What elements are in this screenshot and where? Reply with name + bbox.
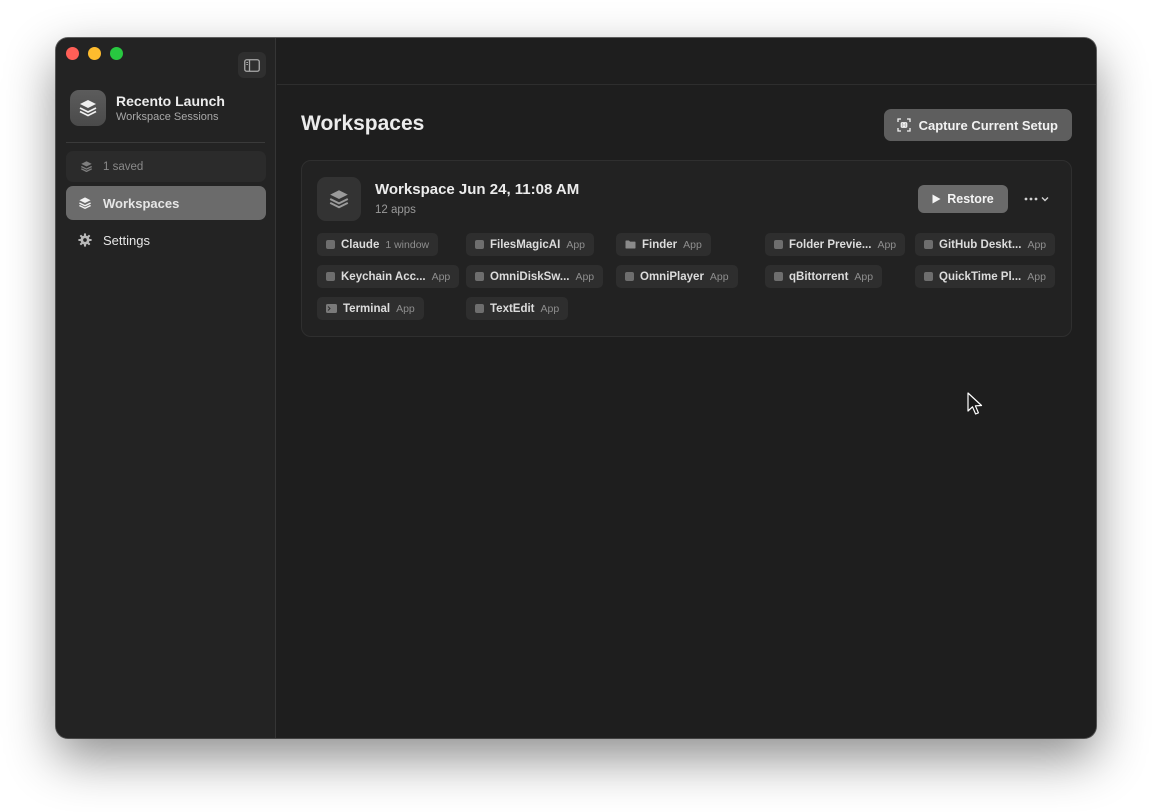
app-chip-name: Claude [341, 238, 380, 251]
stack-icon [79, 100, 97, 117]
app-chip[interactable]: TextEdit App [466, 297, 569, 320]
app-chip-kind: App [877, 238, 897, 251]
app-icon [625, 272, 634, 281]
app-chip-name: FilesMagicAI [490, 238, 561, 251]
capture-current-setup-button[interactable]: Capture Current Setup [883, 109, 1072, 141]
app-chip[interactable]: Finder App [616, 233, 711, 256]
more-options-button[interactable] [1024, 191, 1054, 207]
app-chip[interactable]: QuickTime Pl... App [915, 265, 1055, 288]
close-window-button[interactable] [66, 47, 79, 60]
app-chip-kind: App [396, 302, 415, 315]
sidebar-icon [244, 58, 260, 72]
app-chip-name: Keychain Acc... [341, 270, 426, 283]
app-chip-kind: App [1027, 270, 1046, 283]
app-chip[interactable]: Keychain Acc... App [317, 265, 460, 288]
sidebar-item-workspaces[interactable]: Workspaces [66, 186, 266, 220]
mouse-cursor [967, 392, 983, 415]
stack-icon [329, 190, 349, 209]
app-icon [924, 240, 933, 249]
app-window: Recento Launch Workspace Sessions 1 save… [56, 38, 1096, 738]
app-chip[interactable]: Folder Previe... App [765, 233, 906, 256]
terminal-icon [326, 300, 337, 318]
chevron-down-icon [1041, 197, 1049, 202]
maximize-window-button[interactable] [110, 47, 123, 60]
app-chip[interactable]: Terminal App [317, 297, 424, 320]
app-chip-kind: App [854, 270, 874, 283]
app-chip-name: Terminal [343, 302, 391, 315]
sidebar-item-label: Workspaces [103, 195, 180, 211]
app-icon [475, 240, 484, 249]
restore-button[interactable]: Restore [918, 185, 1008, 213]
app-chip-kind: App [1027, 238, 1047, 251]
app-chip-kind: 1 window [385, 238, 430, 251]
app-header: Recento Launch Workspace Sessions [70, 90, 225, 126]
app-chip-kind: App [575, 270, 595, 283]
app-chip-kind: App [540, 302, 560, 315]
app-icon [774, 272, 783, 281]
app-chip[interactable]: qBittorrent App [765, 265, 883, 288]
app-icon [774, 240, 783, 249]
app-chip-name: Finder [642, 238, 678, 251]
workspace-name: Workspace Jun 24, 11:08 AM [375, 181, 580, 198]
app-chip[interactable]: OmniDiskSw... App [466, 265, 604, 288]
restore-button-label: Restore [947, 192, 994, 206]
app-chip-name: OmniPlayer [640, 270, 704, 283]
play-icon [932, 194, 941, 204]
app-chip-name: qBittorrent [789, 270, 849, 283]
app-chip[interactable]: OmniPlayer App [616, 265, 738, 288]
window-controls [66, 47, 123, 60]
sidebar-item-label: Settings [103, 232, 150, 248]
app-chip-kind: App [683, 238, 702, 251]
app-icon [924, 272, 933, 281]
app-chip-name: OmniDiskSw... [490, 270, 570, 283]
app-chip-name: TextEdit [490, 302, 535, 315]
sidebar-toggle-button[interactable] [238, 52, 266, 78]
app-chip-kind: App [431, 270, 451, 283]
capture-button-label: Capture Current Setup [918, 117, 1058, 133]
ellipsis-icon [1024, 197, 1038, 201]
app-icon [326, 272, 335, 281]
app-icon [475, 272, 484, 281]
app-icon [475, 304, 484, 313]
app-chip-name: GitHub Deskt... [939, 238, 1022, 251]
sidebar: Recento Launch Workspace Sessions 1 save… [56, 38, 276, 738]
sidebar-item-settings[interactable]: Settings [66, 223, 266, 257]
capture-icon [896, 118, 911, 132]
workspace-icon [317, 177, 361, 221]
stack-icon [79, 197, 91, 209]
app-chip-name: Folder Previe... [789, 238, 872, 251]
workspace-card: Workspace Jun 24, 11:08 AM 12 apps Resto… [301, 160, 1072, 337]
app-subtitle: Workspace Sessions [116, 110, 219, 123]
gear-icon [78, 233, 92, 247]
app-chip-name: QuickTime Pl... [939, 270, 1022, 283]
app-logo [70, 90, 106, 126]
workspace-app-count: 12 apps [375, 204, 416, 216]
app-name: Recento Launch [116, 92, 225, 109]
titlebar [277, 38, 1096, 85]
app-chip[interactable]: FilesMagicAI App [466, 233, 594, 256]
app-chip[interactable]: GitHub Deskt... App [915, 233, 1056, 256]
minimize-window-button[interactable] [88, 47, 101, 60]
saved-count-label: 1 saved [103, 160, 144, 173]
sidebar-divider [66, 142, 265, 143]
main-content: Workspaces Capture Current Setup Workspa… [277, 38, 1096, 738]
stack-icon [81, 161, 92, 173]
page-title: Workspaces [301, 112, 425, 135]
folder-icon [625, 236, 636, 254]
app-chip-kind: App [566, 238, 585, 251]
app-chip-kind: App [709, 270, 729, 283]
app-icon [326, 240, 335, 249]
app-chip[interactable]: Claude 1 window [317, 233, 439, 256]
saved-count-badge: 1 saved [66, 151, 266, 182]
